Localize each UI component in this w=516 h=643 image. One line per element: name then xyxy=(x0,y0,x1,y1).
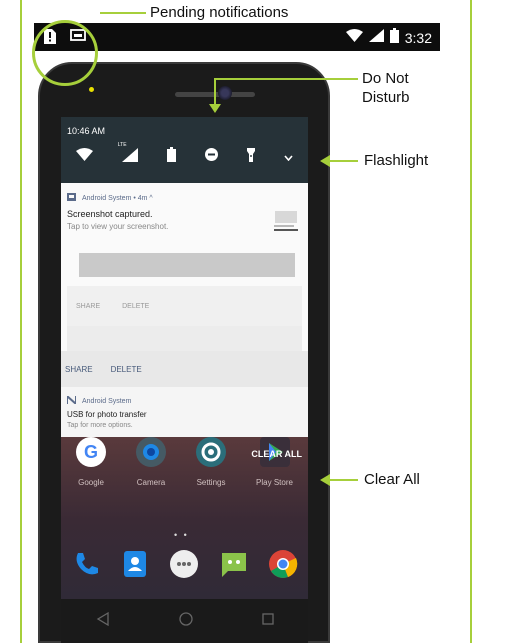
app-label: Google xyxy=(78,478,104,487)
flashlight-icon[interactable] xyxy=(247,147,256,167)
notification-actions: SHARE DELETE xyxy=(61,351,308,387)
camera-icon xyxy=(136,437,167,472)
clear-all-callout-line xyxy=(330,479,358,481)
dnd-callout-label: Do Not Disturb xyxy=(362,69,410,107)
pending-callout-label: Pending notifications xyxy=(150,4,289,21)
quick-settings-panel[interactable]: 10:46 AM LTE xyxy=(61,117,308,183)
usb-notification[interactable]: Android System USB for photo transfer Ta… xyxy=(61,387,308,439)
inner-action-row: SHARE DELETE xyxy=(67,286,302,326)
navigation-bar xyxy=(61,599,308,643)
dnd-callout-line xyxy=(214,78,358,80)
screenshot-notification[interactable]: Android System • 4m ^ Screenshot capture… xyxy=(61,183,308,351)
dnd-line2: Disturb xyxy=(362,89,410,106)
front-camera xyxy=(218,86,232,100)
usb-notification-app: Android System xyxy=(82,397,132,405)
app-label: Settings xyxy=(196,478,226,487)
lte-badge: LTE xyxy=(117,141,127,148)
do-not-disturb-icon[interactable] xyxy=(205,148,219,166)
back-icon[interactable] xyxy=(96,611,110,631)
expand-chevron-icon[interactable] xyxy=(284,148,293,166)
light-sensor xyxy=(89,87,94,92)
app-camera[interactable]: Camera xyxy=(136,437,167,487)
status-time: 3:32 xyxy=(404,30,432,46)
page-indicator: • • xyxy=(174,530,189,540)
phone-icon[interactable] xyxy=(71,549,101,584)
clear-all-arrowhead xyxy=(320,474,330,486)
qs-time: 10:46 AM xyxy=(67,126,106,136)
wifi-icon[interactable] xyxy=(75,148,93,166)
google-icon: G xyxy=(76,437,106,472)
app-play-store[interactable]: Play Store xyxy=(256,437,293,487)
usb-notification-text: Tap for more options. xyxy=(67,422,133,429)
usb-notification-title: USB for photo transfer xyxy=(67,410,147,419)
inner-share-button[interactable]: SHARE xyxy=(76,303,100,310)
battery-icon[interactable] xyxy=(166,147,176,167)
android-n-icon xyxy=(66,393,77,407)
settings-icon xyxy=(196,437,227,472)
app-settings[interactable]: Settings xyxy=(196,437,227,487)
chrome-icon[interactable] xyxy=(268,549,298,584)
dnd-line1: Do Not xyxy=(362,70,409,87)
lte-signal-icon[interactable]: LTE xyxy=(118,142,138,167)
lte-signal-icon xyxy=(368,29,384,47)
pending-callout-line xyxy=(100,12,146,14)
app-drawer-icon[interactable] xyxy=(169,549,199,584)
notification-text: Tap to view your screenshot. xyxy=(67,222,169,231)
home-screen: G Google Camera Settings Play Store CLEA… xyxy=(61,437,308,643)
home-icon[interactable] xyxy=(178,611,193,631)
status-icons-highlight xyxy=(32,20,98,86)
wifi-icon xyxy=(345,29,363,47)
messages-icon[interactable] xyxy=(219,549,249,584)
phone-screen: 10:46 AM LTE Android System • 4m ^ Scree… xyxy=(61,117,308,643)
svg-text:G: G xyxy=(84,442,98,462)
contacts-icon[interactable] xyxy=(120,549,150,584)
android-system-icon xyxy=(67,193,76,203)
dnd-arrowhead xyxy=(209,104,221,113)
battery-icon xyxy=(389,28,399,48)
delete-button[interactable]: DELETE xyxy=(111,365,142,374)
notification-title: Screenshot captured. xyxy=(67,209,153,219)
clear-all-callout-label: Clear All xyxy=(364,471,420,488)
share-button[interactable]: SHARE xyxy=(65,365,93,374)
inner-delete-button[interactable]: DELETE xyxy=(122,303,149,310)
notification-app-name: Android System • 4m ^ xyxy=(82,194,153,202)
clear-all-button[interactable]: CLEAR ALL xyxy=(251,449,302,459)
recents-icon[interactable] xyxy=(261,612,274,630)
screenshot-preview xyxy=(79,253,295,277)
app-label: Camera xyxy=(136,478,166,487)
flashlight-callout-line xyxy=(330,160,358,162)
blurred-content xyxy=(67,326,302,351)
app-google[interactable]: G Google xyxy=(76,437,106,487)
app-label: Play Store xyxy=(256,478,293,487)
flashlight-callout-label: Flashlight xyxy=(364,152,429,169)
flashlight-arrowhead xyxy=(320,155,330,167)
screenshot-thumbnail[interactable] xyxy=(271,205,301,237)
